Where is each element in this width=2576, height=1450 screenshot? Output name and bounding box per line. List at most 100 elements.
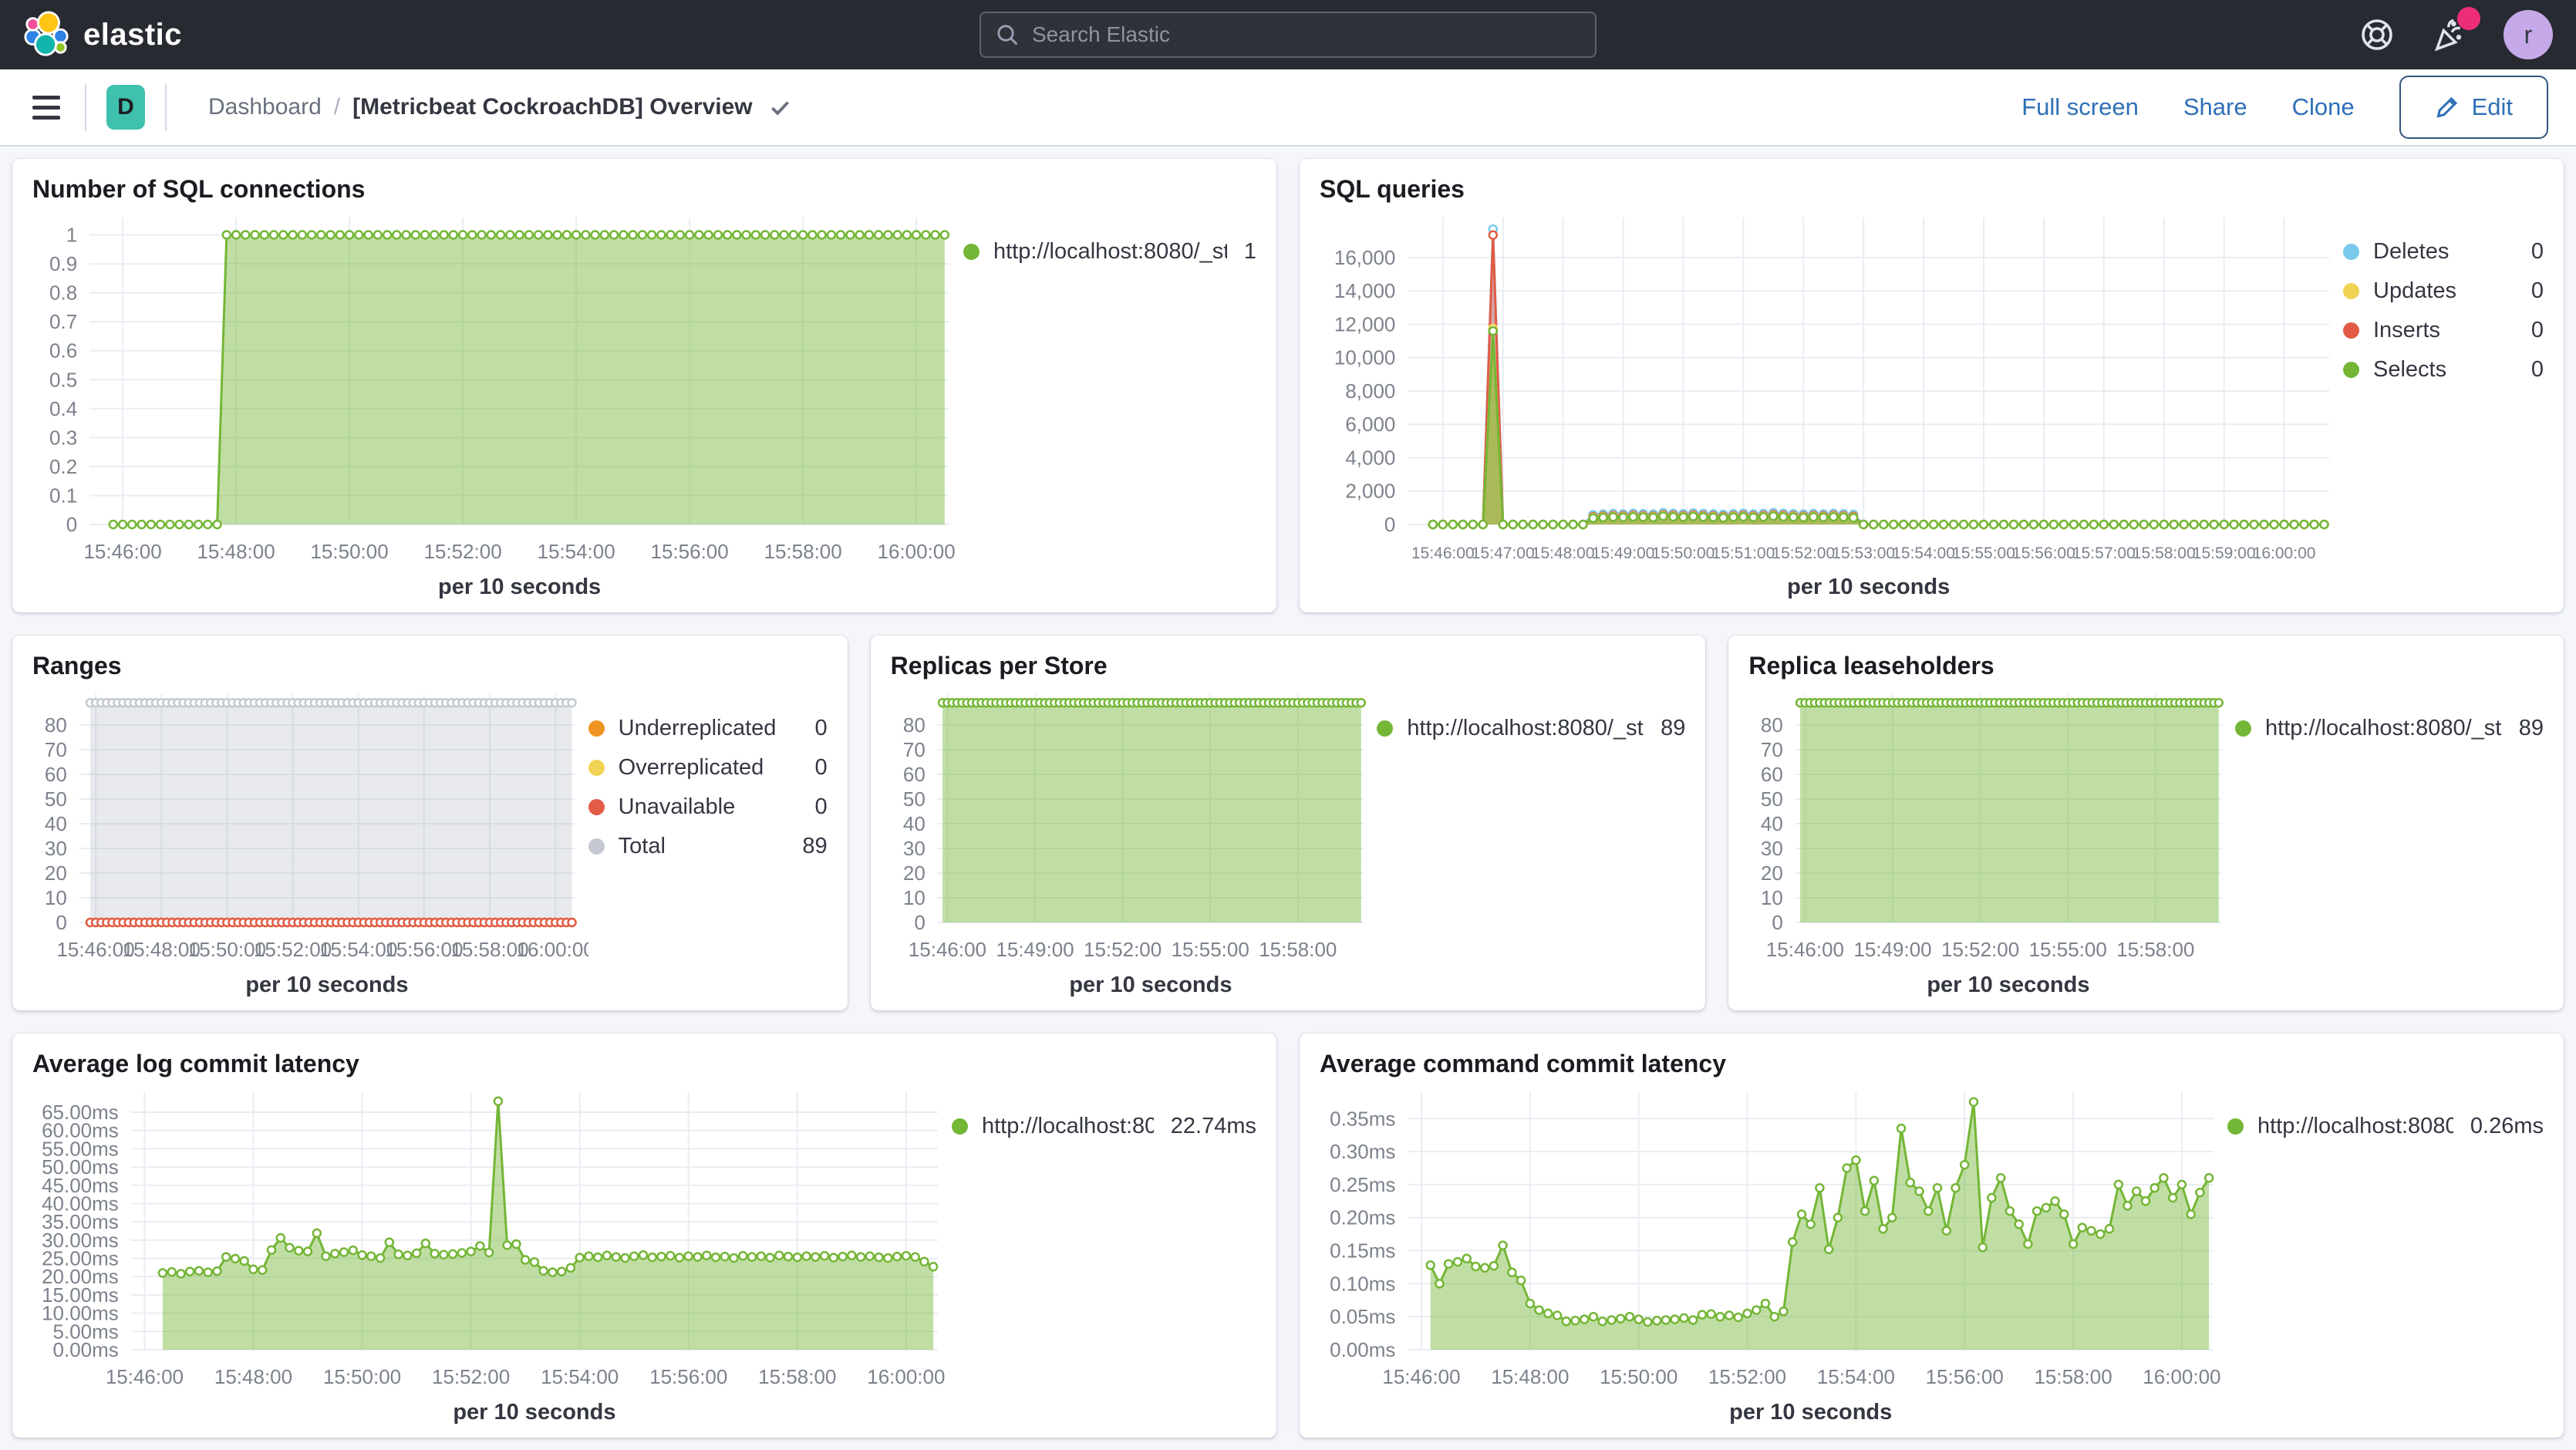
svg-text:15:46:00: 15:46:00 bbox=[1766, 938, 1844, 961]
legend-item[interactable]: Updates0 bbox=[2343, 278, 2544, 304]
legend-item[interactable]: http://localhost:8080/_sta...89 bbox=[2235, 716, 2544, 741]
svg-text:15:58:00: 15:58:00 bbox=[1259, 938, 1337, 961]
svg-text:15:46:00: 15:46:00 bbox=[1411, 545, 1475, 562]
legend-item[interactable]: Unavailable 0 bbox=[588, 794, 828, 820]
legend-item[interactable]: Total89 bbox=[588, 834, 828, 859]
svg-text:16:00:00: 16:00:00 bbox=[878, 540, 956, 563]
svg-text:60: 60 bbox=[903, 763, 926, 786]
svg-text:15:58:00: 15:58:00 bbox=[764, 540, 842, 563]
svg-text:40: 40 bbox=[45, 812, 67, 835]
legend-series-dot bbox=[588, 720, 605, 737]
command-commit-latency-chart[interactable]: 0.00ms0.05ms0.10ms0.15ms0.20ms0.25ms0.30… bbox=[1320, 1081, 2227, 1431]
chart-legend: http://localhost:8080/_sta...89 bbox=[2235, 683, 2544, 1004]
legend-label: Updates bbox=[2373, 278, 2456, 304]
legend-item[interactable]: http://localhost:8080/_sta...89 bbox=[1377, 716, 1685, 741]
svg-text:80: 80 bbox=[45, 713, 67, 737]
svg-text:30: 30 bbox=[903, 837, 926, 860]
elastic-logo[interactable]: elastic bbox=[23, 11, 182, 59]
legend-label: Unavailable bbox=[619, 794, 736, 820]
svg-text:15:55:00: 15:55:00 bbox=[1952, 545, 2015, 562]
svg-text:10,000: 10,000 bbox=[1334, 346, 1396, 369]
legend-item[interactable]: Overreplicated0 bbox=[588, 755, 828, 781]
replica-leaseholders-chart[interactable]: 0102030405060708015:46:0015:49:0015:52:0… bbox=[1748, 683, 2235, 1004]
svg-text:15:51:00: 15:51:00 bbox=[1712, 545, 1775, 562]
breadcrumb-dashboard-link[interactable]: Dashboard bbox=[208, 94, 322, 120]
legend-item[interactable]: Underreplicated 0 bbox=[588, 716, 828, 741]
newsfeed-button[interactable] bbox=[2429, 15, 2470, 55]
svg-text:15:52:00: 15:52:00 bbox=[432, 1365, 510, 1388]
svg-text:15:54:00: 15:54:00 bbox=[1892, 545, 1955, 562]
svg-text:15:55:00: 15:55:00 bbox=[2029, 938, 2107, 961]
svg-text:0: 0 bbox=[66, 513, 77, 536]
svg-text:15:52:00: 15:52:00 bbox=[1941, 938, 2019, 961]
legend-value: 0 bbox=[798, 794, 828, 820]
legend-item[interactable]: Deletes0 bbox=[2343, 239, 2544, 265]
svg-text:15:55:00: 15:55:00 bbox=[1171, 938, 1249, 961]
legend-label: http://localhost:8080/_sta... bbox=[1407, 716, 1644, 741]
svg-text:0.1: 0.1 bbox=[49, 484, 77, 508]
legend-item[interactable]: http://localhost:8080/_stat...1 bbox=[963, 239, 1256, 265]
panel-average-log-commit-latency: Average log commit latency 0.00ms5.00ms1… bbox=[12, 1034, 1276, 1438]
svg-text:12,000: 12,000 bbox=[1334, 313, 1396, 336]
nav-right: r bbox=[2229, 10, 2553, 59]
svg-text:70: 70 bbox=[1761, 738, 1783, 761]
edit-button[interactable]: Edit bbox=[2399, 76, 2548, 139]
svg-text:15:58:00: 15:58:00 bbox=[2133, 545, 2196, 562]
replicas-per-store-chart[interactable]: 0102030405060708015:46:0015:49:0015:52:0… bbox=[891, 683, 1377, 1004]
space-badge[interactable]: D bbox=[106, 85, 145, 130]
log-commit-latency-chart[interactable]: 0.00ms5.00ms10.00ms15.00ms20.00ms25.00ms… bbox=[32, 1081, 952, 1431]
panel-sql-queries: SQL queries 02,0004,0006,0008,00010,0001… bbox=[1300, 159, 2564, 612]
legend-value: 89 bbox=[1644, 716, 1685, 741]
svg-text:15:46:00: 15:46:00 bbox=[1382, 1365, 1460, 1388]
svg-text:16,000: 16,000 bbox=[1334, 246, 1396, 269]
svg-text:40: 40 bbox=[903, 812, 926, 835]
legend-value: 0 bbox=[2514, 318, 2544, 343]
clone-link[interactable]: Clone bbox=[2292, 93, 2355, 121]
panel-title: SQL queries bbox=[1320, 174, 2544, 204]
legend-series-dot bbox=[2227, 1118, 2244, 1135]
svg-text:15:52:00: 15:52:00 bbox=[423, 540, 501, 563]
legend-item[interactable]: http://localhost:8080...0.26ms bbox=[2227, 1114, 2544, 1139]
svg-text:0.7: 0.7 bbox=[49, 311, 77, 334]
legend-value: 0 bbox=[798, 716, 828, 741]
svg-text:6,000: 6,000 bbox=[1345, 413, 1395, 437]
help-button[interactable] bbox=[2359, 16, 2396, 53]
full-screen-link[interactable]: Full screen bbox=[2021, 93, 2139, 121]
svg-text:0.25ms: 0.25ms bbox=[1330, 1173, 1395, 1196]
legend-series-dot bbox=[2343, 244, 2359, 260]
notification-badge bbox=[2457, 7, 2480, 30]
chart-legend: Underreplicated0Overreplicated0Unavailab… bbox=[588, 683, 828, 1004]
ranges-chart[interactable]: 0102030405060708015:46:0015:48:0015:50:0… bbox=[32, 683, 588, 1004]
svg-text:15:58:00: 15:58:00 bbox=[2034, 1365, 2112, 1388]
legend-item[interactable]: Selects0 bbox=[2343, 357, 2544, 383]
legend-label: Overreplicated bbox=[619, 755, 764, 781]
legend-value: 22.74ms bbox=[1154, 1114, 1256, 1139]
global-search-bar[interactable] bbox=[979, 12, 1597, 58]
legend-series-dot bbox=[588, 799, 605, 815]
svg-text:15:48:00: 15:48:00 bbox=[197, 540, 275, 563]
svg-text:15:58:00: 15:58:00 bbox=[2117, 938, 2195, 961]
svg-text:15:53:00: 15:53:00 bbox=[1832, 545, 1895, 562]
svg-text:16:00:00: 16:00:00 bbox=[867, 1365, 945, 1388]
svg-text:0.6: 0.6 bbox=[49, 339, 77, 362]
svg-text:per 10 seconds: per 10 seconds bbox=[1069, 973, 1232, 997]
legend-value: 89 bbox=[785, 834, 827, 859]
sql-queries-chart[interactable]: 02,0004,0006,0008,00010,00012,00014,0001… bbox=[1320, 207, 2343, 606]
menu-button[interactable] bbox=[28, 91, 65, 124]
sql-connections-chart[interactable]: 00.10.20.30.40.50.60.70.80.9115:46:0015:… bbox=[32, 207, 963, 606]
legend-item[interactable]: http://localhost:808...22.74ms bbox=[952, 1114, 1256, 1139]
legend-item[interactable]: Inserts0 bbox=[2343, 318, 2544, 343]
svg-text:15:50:00: 15:50:00 bbox=[1652, 545, 1715, 562]
chart-body: 00.10.20.30.40.50.60.70.80.9115:46:0015:… bbox=[32, 207, 1256, 606]
chart-body: 0102030405060708015:46:0015:49:0015:52:0… bbox=[891, 683, 1686, 1004]
svg-text:30: 30 bbox=[45, 837, 67, 860]
share-link[interactable]: Share bbox=[2183, 93, 2247, 121]
chart-body: 02,0004,0006,0008,00010,00012,00014,0001… bbox=[1320, 207, 2544, 606]
legend-label: Underreplicated bbox=[619, 716, 777, 741]
title-check-icon[interactable] bbox=[767, 94, 793, 120]
svg-text:40: 40 bbox=[1761, 812, 1783, 835]
svg-text:16:00:00: 16:00:00 bbox=[2143, 1365, 2220, 1388]
search-input[interactable] bbox=[1030, 22, 1581, 48]
svg-text:per 10 seconds: per 10 seconds bbox=[438, 575, 601, 599]
user-avatar[interactable]: r bbox=[2504, 10, 2553, 59]
